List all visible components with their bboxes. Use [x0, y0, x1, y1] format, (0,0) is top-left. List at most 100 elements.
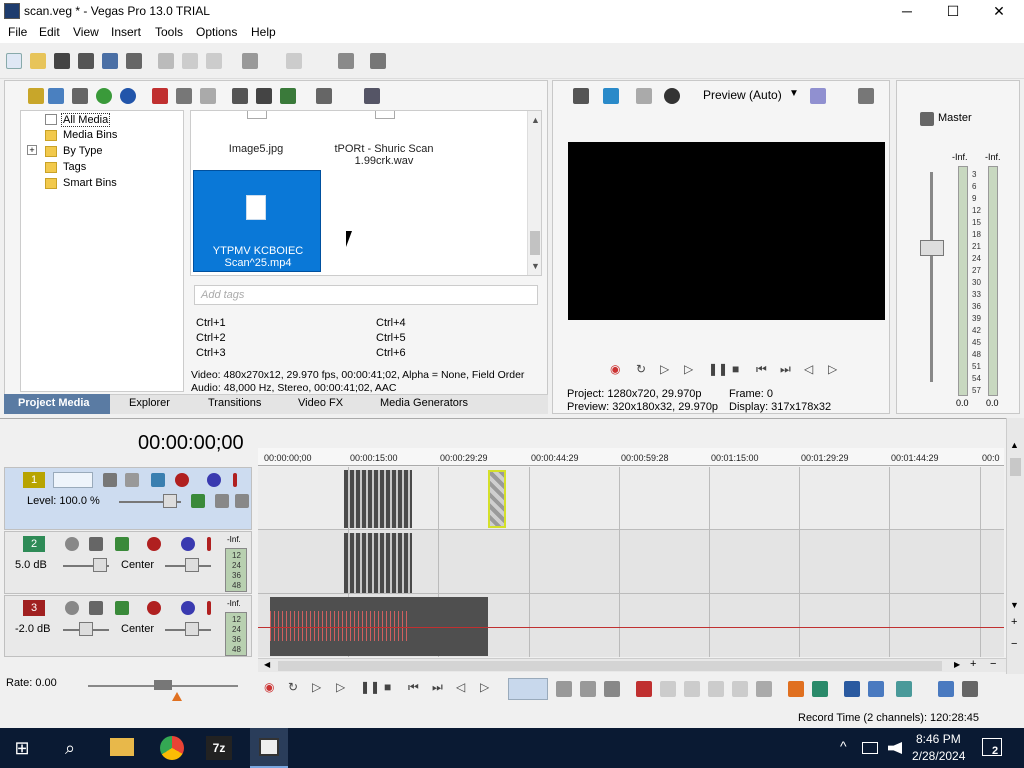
stop-media-icon[interactable]	[256, 88, 272, 104]
undo-icon[interactable]	[242, 53, 258, 69]
menu-tools[interactable]: Tools	[155, 25, 183, 39]
menu-view[interactable]: View	[73, 25, 99, 39]
pan-slider-handle[interactable]	[185, 622, 199, 636]
insert-region-icon[interactable]	[812, 681, 828, 697]
media-scrollbar[interactable]: ▲ ▼	[527, 111, 541, 275]
level-slider-handle[interactable]	[163, 494, 177, 508]
envelope-tool-icon[interactable]	[556, 681, 572, 697]
media-item-image5[interactable]: Image5.jpg	[213, 143, 299, 155]
menu-edit[interactable]: Edit	[39, 25, 60, 39]
enable-snapping-icon[interactable]	[338, 53, 354, 69]
search-icon[interactable]	[364, 88, 380, 104]
play-from-start-icon[interactable]: ▷	[660, 362, 669, 376]
mute-icon[interactable]	[207, 473, 221, 487]
compositing-icon[interactable]	[125, 473, 139, 487]
scroll-thumb[interactable]	[1010, 458, 1021, 476]
chrome-icon[interactable]	[160, 736, 184, 760]
trim-end-icon[interactable]	[708, 681, 724, 697]
get-web-media-icon[interactable]	[96, 88, 112, 104]
auto-preview-icon[interactable]	[280, 88, 296, 104]
pause-icon[interactable]: ❚❚	[708, 362, 728, 376]
video-event-stack[interactable]	[344, 470, 412, 528]
solo-icon[interactable]	[233, 473, 237, 487]
tree-item-smart-bins[interactable]: Smart Bins	[63, 177, 117, 189]
zoom-out-icon[interactable]: −	[1011, 638, 1017, 650]
split-icon[interactable]	[732, 681, 748, 697]
scroll-down-icon[interactable]: ▼	[531, 261, 540, 271]
volume-slider-handle[interactable]	[79, 622, 93, 636]
scroll-up-icon[interactable]: ▲	[531, 115, 540, 125]
tab-media-generators[interactable]: Media Generators	[380, 397, 468, 409]
pan-slider-handle[interactable]	[185, 558, 199, 572]
master-fader-handle[interactable]	[920, 240, 944, 256]
vertical-scrollbar[interactable]: ▲ ▼ + −	[1006, 418, 1024, 674]
redo-icon[interactable]	[286, 53, 302, 69]
media-item-ytpmv-selected[interactable]: YTPMV KCBOIEC Scan^25.mp4	[193, 170, 321, 272]
loop-playback-icon[interactable]: ↻	[636, 362, 646, 376]
maximize-button[interactable]: ☐	[930, 0, 976, 22]
menu-help[interactable]: Help	[251, 25, 276, 39]
grid-icon[interactable]	[810, 88, 826, 104]
scroll-up-icon[interactable]: ▲	[1010, 440, 1019, 450]
clock-time[interactable]: 8:46 PM	[916, 732, 961, 746]
paste-icon[interactable]	[206, 53, 222, 69]
insert-marker-icon[interactable]	[788, 681, 804, 697]
zoom-in-icon[interactable]: +	[970, 658, 976, 670]
selection-tool-icon[interactable]	[580, 681, 596, 697]
search-media-icon[interactable]	[120, 88, 136, 104]
previous-frame-icon[interactable]: ◁	[804, 362, 813, 376]
mute-icon[interactable]	[181, 601, 195, 615]
cut-icon[interactable]	[158, 53, 174, 69]
tree-item-by-type[interactable]: By Type	[63, 145, 103, 157]
rate-slider-handle[interactable]	[154, 680, 172, 690]
import-media-icon[interactable]	[28, 88, 44, 104]
scroll-thumb[interactable]	[278, 661, 942, 671]
arm-record-icon[interactable]	[65, 601, 79, 615]
search-icon[interactable]: ⌕	[52, 732, 88, 764]
show-hidden-icons[interactable]: ^	[840, 738, 847, 754]
track-header-audio-3[interactable]: 3 -2.0 dB Center -Inf. 12 24 36 48	[4, 595, 252, 657]
zoom-in-icon[interactable]: +	[1011, 616, 1017, 628]
go-to-end-icon[interactable]: ⏭	[780, 362, 791, 377]
close-button[interactable]: ✕	[976, 0, 1022, 22]
tags-input[interactable]: Add tags	[194, 285, 538, 305]
delete-icon[interactable]	[636, 681, 652, 697]
trim-start-icon[interactable]	[684, 681, 700, 697]
views-icon[interactable]	[316, 88, 332, 104]
vegas-taskbar-button[interactable]	[250, 728, 288, 768]
track-output-icon[interactable]	[115, 537, 129, 551]
make-compositing-child-icon[interactable]	[191, 494, 205, 508]
clock-date[interactable]: 2/28/2024	[912, 749, 965, 763]
play-media-icon[interactable]	[232, 88, 248, 104]
scroll-thumb[interactable]	[530, 231, 540, 255]
clip-properties-icon[interactable]	[200, 88, 216, 104]
whats-this-icon[interactable]	[370, 53, 386, 69]
tree-item-media-bins[interactable]: Media Bins	[63, 129, 117, 141]
selected-video-event[interactable]	[488, 470, 506, 528]
solo-icon[interactable]	[207, 601, 211, 615]
audio-event-stack[interactable]	[344, 533, 412, 593]
parent-track-icon[interactable]	[151, 473, 165, 487]
stop-icon[interactable]: ■	[732, 362, 739, 376]
7zip-icon[interactable]: 7z	[206, 736, 232, 760]
scroll-left-icon[interactable]: ◀	[264, 660, 270, 669]
menu-options[interactable]: Options	[196, 25, 237, 39]
network-icon[interactable]	[862, 742, 878, 754]
ripple-edit-icon[interactable]	[896, 681, 912, 697]
solo-icon[interactable]	[207, 537, 211, 551]
track-fx-icon[interactable]	[147, 537, 161, 551]
capture-video-icon[interactable]	[48, 88, 64, 104]
chevron-down-icon[interactable]: ▼	[789, 88, 799, 99]
record-icon[interactable]: ◉	[264, 680, 274, 694]
preview-quality-dropdown[interactable]: Preview (Auto)	[703, 88, 782, 102]
auto-crossfade-icon[interactable]	[868, 681, 884, 697]
new-project-icon[interactable]	[6, 53, 22, 69]
loop-playback-icon[interactable]: ↻	[288, 680, 298, 694]
play-from-start-icon[interactable]: ▷	[312, 680, 321, 694]
overlays-icon[interactable]	[664, 88, 680, 104]
preview-properties-icon[interactable]	[573, 88, 589, 104]
save-icon[interactable]	[54, 53, 70, 69]
menu-insert[interactable]: Insert	[111, 25, 141, 39]
go-to-start-icon[interactable]: ⏮	[756, 362, 767, 377]
normal-edit-tool[interactable]	[508, 678, 548, 700]
